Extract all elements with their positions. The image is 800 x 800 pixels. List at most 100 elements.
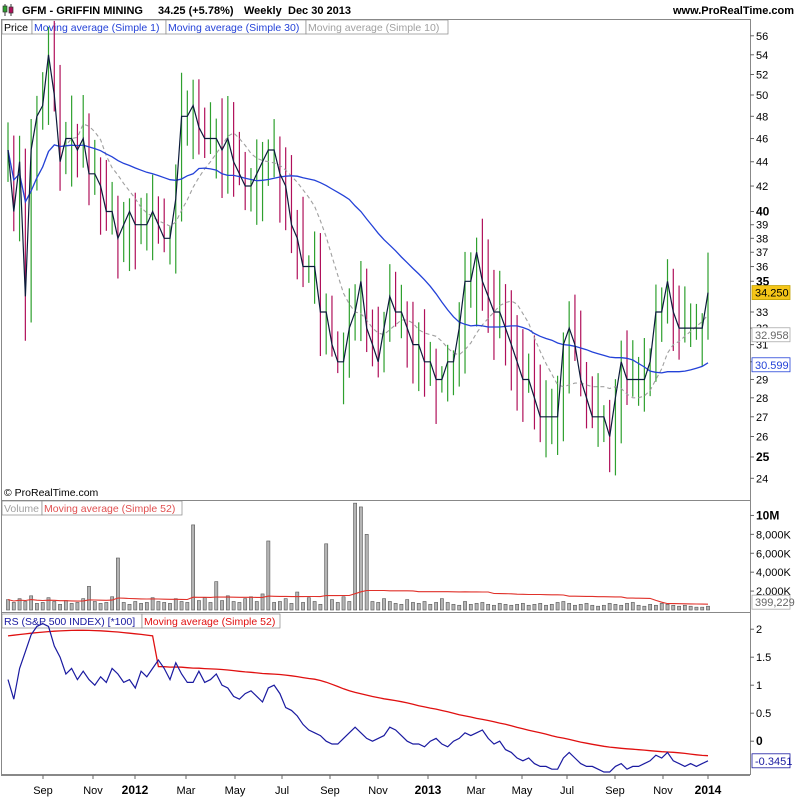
volume-bar <box>648 604 653 611</box>
volume-bar <box>630 602 635 611</box>
background <box>0 0 800 800</box>
volume-bar <box>69 603 74 611</box>
volume-bar <box>561 601 566 611</box>
volume-bar <box>468 604 473 611</box>
legend-volume-ma: Moving average (Simple 52) <box>44 503 175 515</box>
x-tick-label: Nov <box>653 785 673 797</box>
volume-bar <box>405 599 410 611</box>
volume-bar <box>306 597 311 611</box>
x-tick-label: Nov <box>368 785 388 797</box>
rs-tag-text: -0.3451 <box>755 756 792 768</box>
volume-bar <box>567 603 572 611</box>
volume-bar <box>503 604 508 611</box>
volume-bar <box>607 603 612 611</box>
volume-tick-label: 8,000K <box>756 529 792 541</box>
volume-bar <box>677 605 681 611</box>
volume-bar <box>347 601 352 611</box>
volume-bar <box>382 598 386 611</box>
legend-price: Price <box>4 22 28 34</box>
volume-bar <box>590 604 595 611</box>
price-tick-label: 25 <box>756 450 770 464</box>
volume-bar <box>509 604 514 611</box>
volume-bar <box>538 603 543 611</box>
x-tick-label: 2014 <box>695 783 722 797</box>
volume-bar <box>549 604 554 611</box>
volume-ma-tag: 399,229 <box>751 594 795 610</box>
volume-bar <box>283 598 288 611</box>
rs-tick-label: 1 <box>756 680 762 692</box>
volume-bar <box>480 602 485 611</box>
rs-legend: RS (S&P 500 INDEX) [*100] Moving average… <box>1 613 281 629</box>
volume-bar <box>116 557 120 611</box>
price-tick-label: 36 <box>756 262 768 274</box>
volume-bar <box>694 606 699 611</box>
x-tick-label: Sep <box>33 785 53 797</box>
volume-bar <box>654 604 658 611</box>
legend-ma10: Moving average (Simple 10) <box>308 22 439 34</box>
volume-ma-tag-text: 399,229 <box>755 597 795 609</box>
volume-bar <box>87 586 91 611</box>
volume-bar <box>23 601 28 611</box>
copyright: © ProRealTime.com <box>4 487 99 499</box>
legend-rs-ma: Moving average (Simple 52) <box>144 616 275 628</box>
volume-bar <box>474 603 479 611</box>
volume-bar <box>168 603 172 611</box>
volume-bar <box>671 604 676 611</box>
x-tick-label: 2012 <box>122 783 149 797</box>
volume-bar <box>526 604 531 611</box>
price-tick-label: 46 <box>756 134 768 146</box>
volume-bar <box>573 604 577 611</box>
volume-bar <box>370 601 375 611</box>
volume-tick-label: 10M <box>756 508 779 522</box>
volume-bar <box>98 603 103 611</box>
volume-bar <box>497 603 502 611</box>
volume-bar <box>555 602 560 611</box>
volume-bar <box>636 604 641 611</box>
ma10-tag-text: 32.958 <box>755 330 789 342</box>
ma30-tag-text: 30.599 <box>755 360 789 372</box>
price-tick-label: 56 <box>756 31 768 43</box>
price-tick-label: 39 <box>756 220 768 232</box>
volume-bar <box>601 604 606 611</box>
volume-bar <box>659 603 664 611</box>
volume-bar <box>295 591 300 611</box>
volume-bar <box>613 604 618 611</box>
volume-bar <box>532 604 537 611</box>
volume-bar <box>150 597 155 611</box>
rs-tag: -0.3451 <box>751 753 792 769</box>
volume-bar <box>92 601 97 611</box>
price-tick-label: 38 <box>756 233 768 245</box>
volume-bar <box>127 604 132 611</box>
last-price-tag-text: 34.250 <box>755 288 789 300</box>
price-tick-label: 27 <box>756 412 768 424</box>
volume-bar <box>278 601 282 611</box>
x-tick-label: Nov <box>83 785 103 797</box>
x-tick-label: Jul <box>275 785 289 797</box>
volume-bar <box>243 598 248 611</box>
volume-bar <box>706 605 710 611</box>
volume-bar <box>301 602 305 611</box>
volume-bar <box>272 602 276 611</box>
site-label: www.ProRealTime.com <box>672 5 794 17</box>
price-tick-label: 26 <box>756 431 768 443</box>
volume-bar <box>376 602 381 611</box>
price-tick-label: 24 <box>756 473 768 485</box>
volume-bar <box>214 581 219 611</box>
volume-bar <box>578 604 583 611</box>
volume-bar <box>58 604 62 611</box>
volume-bar <box>520 603 525 611</box>
volume-bar <box>35 603 39 611</box>
volume-tick-label: 6,000K <box>756 548 792 560</box>
price-tick-label: 37 <box>756 247 768 259</box>
legend-rs: RS (S&P 500 INDEX) [*100] <box>4 616 135 628</box>
volume-bar <box>341 596 346 611</box>
price-tick-label: 44 <box>756 157 768 169</box>
volume-bar <box>104 602 109 611</box>
price-tick-label: 28 <box>756 393 768 405</box>
volume-bar <box>440 598 444 611</box>
volume-bar <box>486 604 491 611</box>
volume-bar <box>266 540 271 611</box>
volume-bar <box>139 603 143 611</box>
volume-bar <box>6 599 10 611</box>
price-tick-label: 29 <box>756 374 768 386</box>
